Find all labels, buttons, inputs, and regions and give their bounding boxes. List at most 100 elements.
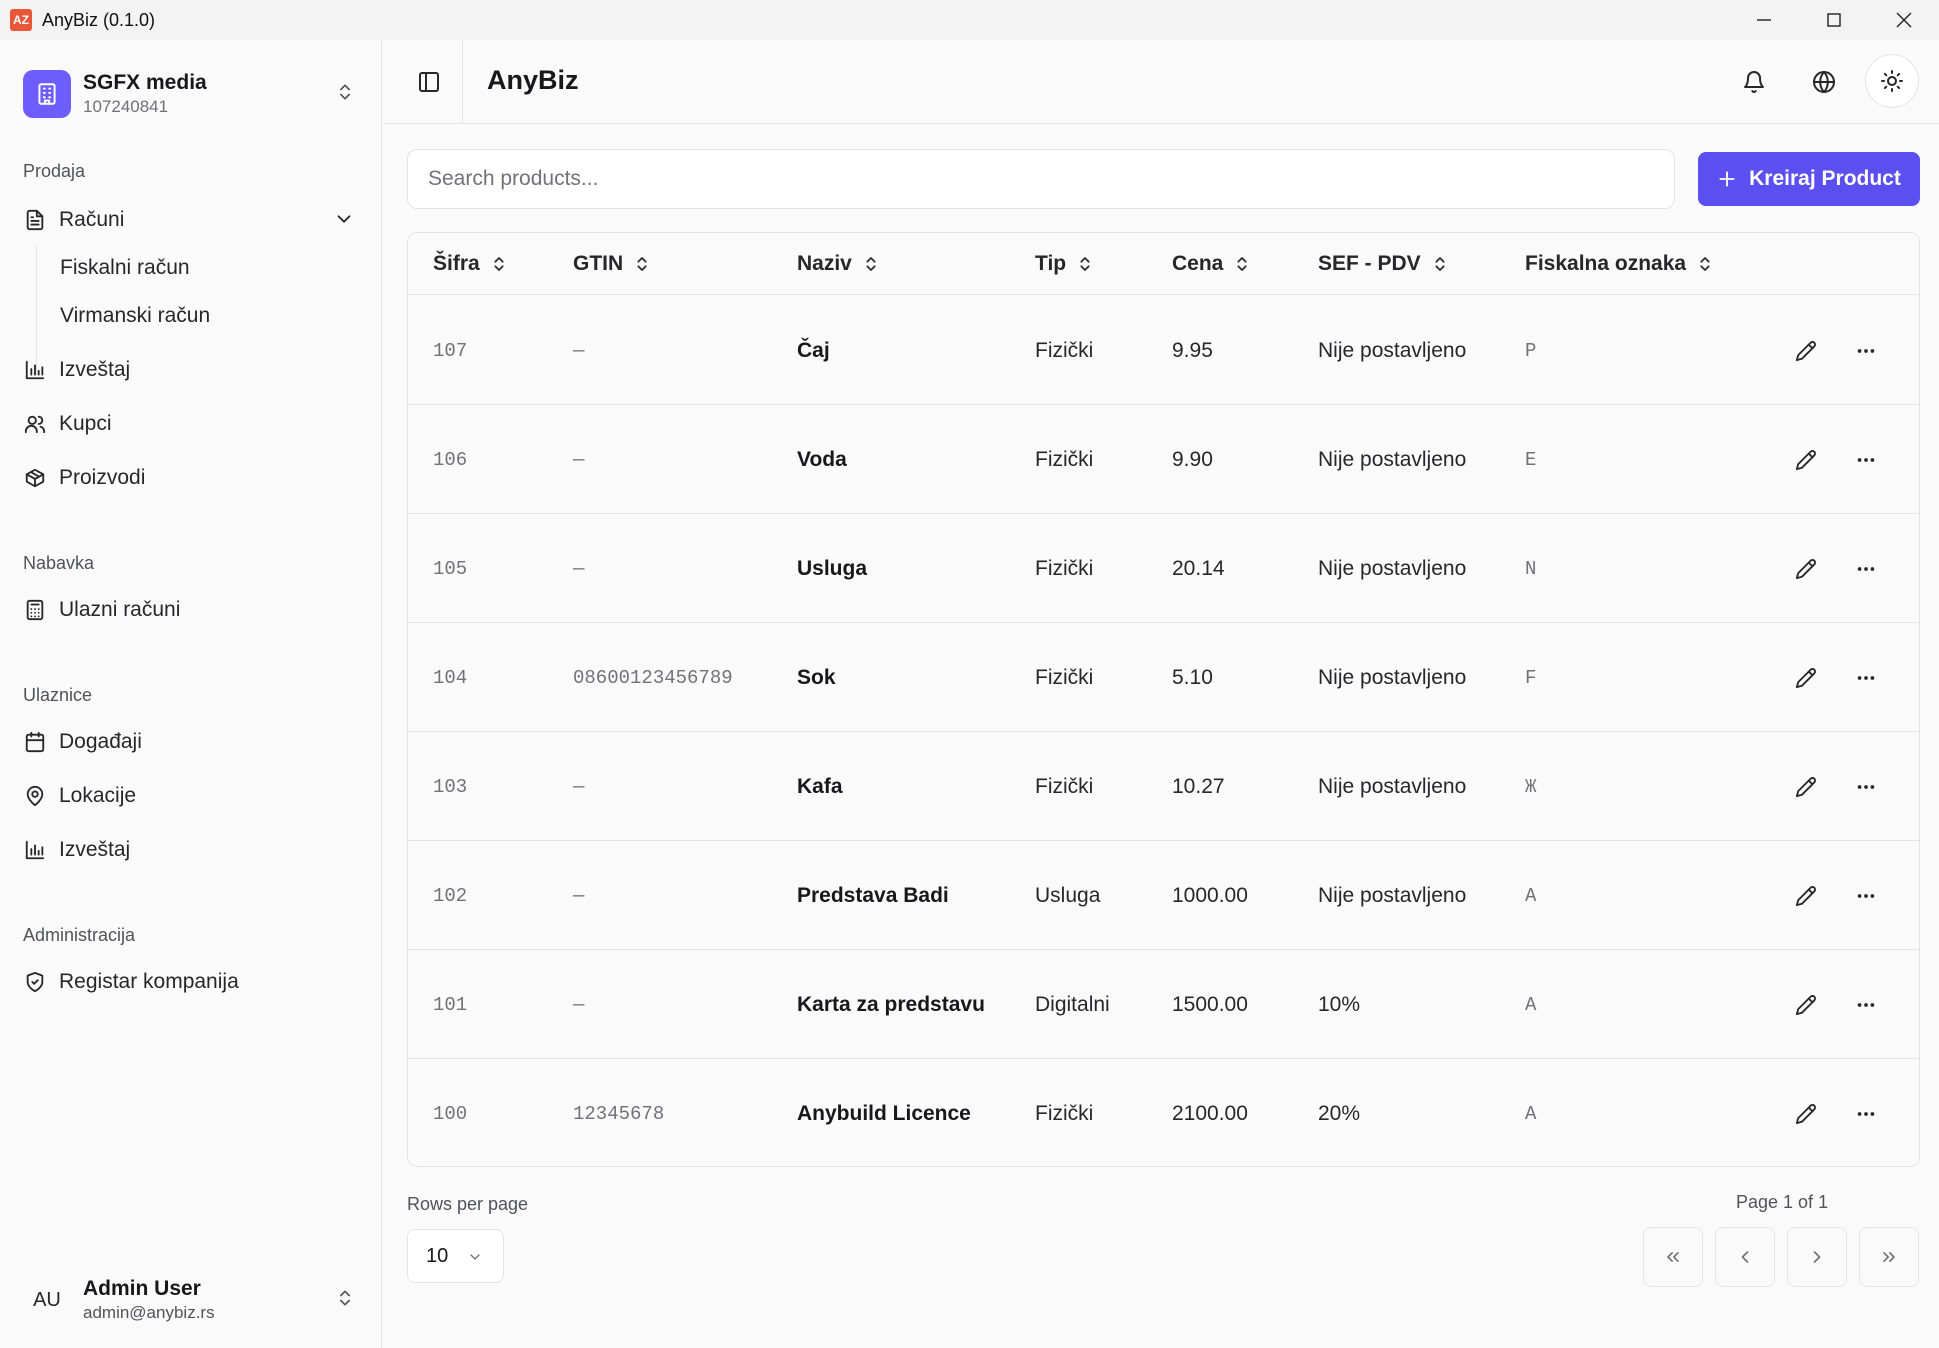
table-row[interactable]: 104 08600123456789 Sok Fizički 5.10 Nije… bbox=[408, 623, 1919, 732]
chevron-right-icon bbox=[1813, 1251, 1821, 1263]
column-header-sifra[interactable]: Šifra bbox=[433, 233, 508, 295]
chevrons-left-icon bbox=[1667, 1252, 1679, 1262]
calculator-icon bbox=[23, 598, 47, 622]
chevron-down-icon bbox=[467, 1248, 483, 1271]
cell-sifra: 102 bbox=[433, 884, 468, 907]
sidebar-item-ulazni-racuni[interactable]: Ulazni računi bbox=[23, 590, 363, 630]
sort-icon bbox=[1696, 255, 1714, 273]
cell-naziv: Čaj bbox=[797, 338, 830, 362]
previous-page-button[interactable] bbox=[1715, 1227, 1775, 1287]
create-product-button[interactable]: Kreiraj Product bbox=[1698, 152, 1920, 206]
sidebar-item-dogadjaji[interactable]: Događaji bbox=[23, 722, 363, 762]
more-actions-button[interactable] bbox=[1848, 333, 1884, 369]
column-header-gtin[interactable]: GTIN bbox=[573, 233, 651, 295]
cell-gtin: — bbox=[573, 339, 585, 362]
more-actions-button[interactable] bbox=[1848, 1096, 1884, 1132]
cell-fiskalna-oznaka: A bbox=[1525, 884, 1537, 907]
language-button[interactable] bbox=[1806, 64, 1842, 100]
edit-button[interactable] bbox=[1788, 333, 1824, 369]
edit-button[interactable] bbox=[1788, 1096, 1824, 1132]
search-input[interactable] bbox=[407, 149, 1675, 209]
cell-cena: 9.90 bbox=[1172, 447, 1213, 471]
app-logo-icon: AZ bbox=[10, 9, 32, 31]
cell-sifra: 105 bbox=[433, 557, 468, 580]
table-row[interactable]: 105 — Usluga Fizički 20.14 Nije postavlj… bbox=[408, 514, 1919, 623]
cell-gtin: — bbox=[573, 557, 585, 580]
cell-gtin: 08600123456789 bbox=[573, 666, 733, 689]
cell-gtin: 12345678 bbox=[573, 1102, 665, 1125]
theme-toggle-button[interactable] bbox=[1865, 54, 1919, 108]
maximize-icon bbox=[1827, 13, 1841, 27]
notifications-button[interactable] bbox=[1736, 64, 1772, 100]
close-button[interactable] bbox=[1869, 0, 1939, 40]
cell-gtin: — bbox=[573, 775, 585, 798]
user-menu[interactable]: AU Admin User admin@anybiz.rs bbox=[23, 1270, 363, 1330]
table-row[interactable]: 103 — Kafa Fizički 10.27 Nije postavljen… bbox=[408, 732, 1919, 841]
cell-cena: 10.27 bbox=[1172, 774, 1225, 798]
sort-icon bbox=[1233, 255, 1251, 273]
cell-naziv: Usluga bbox=[797, 556, 868, 580]
column-header-tip[interactable]: Tip bbox=[1035, 233, 1094, 295]
rows-per-page-select[interactable]: 10 bbox=[407, 1229, 504, 1283]
sidebar-item-lokacije[interactable]: Lokacije bbox=[23, 776, 363, 816]
cell-cena: 5.10 bbox=[1172, 665, 1213, 689]
rows-per-page-label: Rows per page bbox=[407, 1194, 529, 1214]
sidebar-item-izvestaj[interactable]: Izveštaj bbox=[23, 350, 363, 390]
table-row[interactable]: 106 — Voda Fizički 9.90 Nije postavljeno… bbox=[408, 405, 1919, 514]
edit-button[interactable] bbox=[1788, 987, 1824, 1023]
table-row[interactable]: 101 — Karta za predstavu Digitalni 1500.… bbox=[408, 950, 1919, 1059]
sidebar-item-kupci[interactable]: Kupci bbox=[23, 404, 363, 444]
org-switcher[interactable]: SGFX media 107240841 bbox=[23, 64, 363, 124]
column-header-sef-pdv[interactable]: SEF - PDV bbox=[1318, 233, 1449, 295]
cell-cena: 2100.00 bbox=[1172, 1101, 1248, 1125]
cell-gtin: — bbox=[573, 993, 585, 1016]
sidebar-item-izvestaj-ulaznice[interactable]: Izveštaj bbox=[23, 830, 363, 870]
sidebar-item-label: Izveštaj bbox=[59, 358, 131, 381]
more-horizontal-icon bbox=[1857, 785, 1875, 789]
sidebar-item-proizvodi[interactable]: Proizvodi bbox=[23, 458, 363, 498]
more-actions-button[interactable] bbox=[1848, 551, 1884, 587]
pencil-icon bbox=[1795, 777, 1816, 798]
last-page-button[interactable] bbox=[1859, 1227, 1919, 1287]
cell-naziv: Anybuild Licence bbox=[797, 1101, 971, 1125]
table-row[interactable]: 107 — Čaj Fizički 9.95 Nije postavljeno … bbox=[408, 296, 1919, 405]
more-actions-button[interactable] bbox=[1848, 769, 1884, 805]
users-icon bbox=[23, 412, 47, 436]
minimize-button[interactable] bbox=[1729, 0, 1799, 40]
package-icon bbox=[23, 466, 47, 490]
next-page-button[interactable] bbox=[1787, 1227, 1847, 1287]
edit-button[interactable] bbox=[1788, 769, 1824, 805]
cell-fiskalna-oznaka: Ж bbox=[1525, 775, 1537, 798]
more-actions-button[interactable] bbox=[1848, 442, 1884, 478]
sidebar-item-racuni[interactable]: Računi bbox=[23, 200, 363, 240]
edit-button[interactable] bbox=[1788, 551, 1824, 587]
maximize-button[interactable] bbox=[1799, 0, 1869, 40]
cell-sef-pdv: Nije postavljeno bbox=[1318, 883, 1467, 907]
sort-icon bbox=[490, 255, 508, 273]
column-header-cena[interactable]: Cena bbox=[1172, 233, 1251, 295]
table-row[interactable]: 100 12345678 Anybuild Licence Fizički 21… bbox=[408, 1059, 1919, 1166]
header-divider bbox=[462, 40, 463, 124]
more-actions-button[interactable] bbox=[1848, 660, 1884, 696]
column-header-fiskalna-oznaka[interactable]: Fiskalna oznaka bbox=[1525, 233, 1714, 295]
sidebar-toggle-button[interactable] bbox=[413, 66, 445, 98]
cell-cena: 1000.00 bbox=[1172, 883, 1248, 907]
more-actions-button[interactable] bbox=[1848, 987, 1884, 1023]
cell-sifra: 104 bbox=[433, 666, 468, 689]
cell-sef-pdv: Nije postavljeno bbox=[1318, 338, 1467, 362]
table-row[interactable]: 102 — Predstava Badi Usluga 1000.00 Nije… bbox=[408, 841, 1919, 950]
sidebar-subitem-fiskalni-racun[interactable]: Fiskalni račun bbox=[60, 248, 190, 288]
cell-gtin: — bbox=[573, 884, 585, 907]
title-bar: AZ AnyBiz (0.1.0) bbox=[0, 0, 1939, 40]
bar-chart-icon bbox=[23, 358, 47, 382]
edit-button[interactable] bbox=[1788, 878, 1824, 914]
column-header-naziv[interactable]: Naziv bbox=[797, 233, 880, 295]
sidebar-subitem-virmanski-racun[interactable]: Virmanski račun bbox=[60, 296, 210, 336]
edit-button[interactable] bbox=[1788, 442, 1824, 478]
first-page-button[interactable] bbox=[1643, 1227, 1703, 1287]
edit-button[interactable] bbox=[1788, 660, 1824, 696]
cell-gtin: — bbox=[573, 448, 585, 471]
sidebar-item-registar-kompanija[interactable]: Registar kompanija bbox=[23, 962, 363, 1002]
column-header-label: GTIN bbox=[573, 252, 624, 275]
more-actions-button[interactable] bbox=[1848, 878, 1884, 914]
